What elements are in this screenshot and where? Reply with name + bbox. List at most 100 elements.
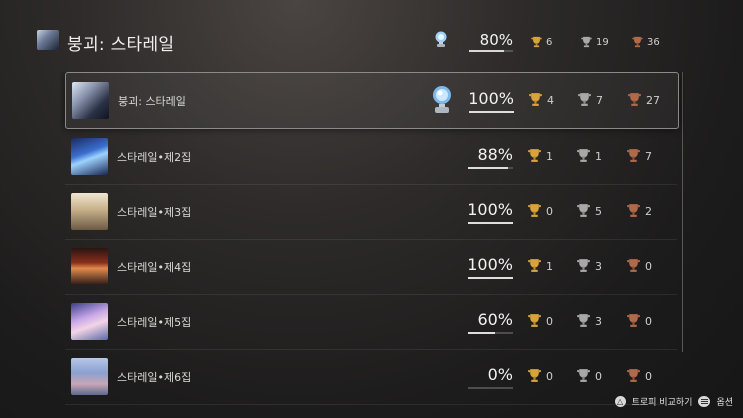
- group-thumbnail: [72, 82, 109, 119]
- gold-count: 4: [529, 92, 554, 107]
- group-title: 스타레일•제4집: [117, 261, 192, 274]
- bronze-count: 2: [627, 203, 652, 218]
- gold-count: 0: [528, 203, 553, 218]
- header-gold-count: 6: [531, 36, 552, 48]
- bronze-value: 0: [645, 315, 652, 328]
- game-thumbnail: [37, 30, 59, 50]
- gold-count: 0: [528, 368, 553, 383]
- gold-count: 0: [528, 313, 553, 328]
- bronze-value: 7: [645, 150, 652, 163]
- gold-trophy-icon: [528, 204, 541, 217]
- silver-trophy-icon: [578, 93, 591, 106]
- group-progress-percent: 100%: [467, 255, 513, 274]
- button-guide: △ 트로피 비교하기 옵션: [614, 395, 733, 408]
- group-progress-bar: [468, 387, 513, 389]
- bronze-trophy-icon: [627, 149, 640, 162]
- header-gold-value: 6: [546, 36, 553, 48]
- silver-value: 3: [595, 260, 602, 273]
- bronze-value: 0: [645, 260, 652, 273]
- gold-value: 1: [546, 260, 553, 273]
- gold-trophy-icon: [528, 369, 541, 382]
- bronze-value: 27: [646, 94, 660, 107]
- group-title: 스타레일•제2집: [117, 151, 192, 164]
- bronze-trophy-icon: [627, 314, 640, 327]
- header-bronze-count: 36: [632, 36, 660, 48]
- silver-trophy-icon: [581, 36, 592, 48]
- group-progress-percent: 60%: [477, 310, 513, 329]
- trophy-group-row[interactable]: 스타레일•제5집 60% 0 3 0: [65, 294, 677, 350]
- silver-count: 1: [577, 148, 602, 163]
- platinum-trophy-icon: [433, 86, 451, 113]
- trophy-group-row[interactable]: 스타레일•제4집 100% 1 3 0: [65, 239, 677, 295]
- silver-count: 0: [577, 368, 602, 383]
- silver-value: 0: [595, 370, 602, 383]
- group-progress-percent: 100%: [468, 89, 514, 108]
- gold-value: 4: [547, 94, 554, 107]
- trophy-group-row[interactable]: 붕괴: 스타레일 100% 4 7 27: [65, 72, 679, 129]
- group-thumbnail: [71, 358, 108, 395]
- gold-trophy-icon: [528, 259, 541, 272]
- silver-count: 5: [577, 203, 602, 218]
- silver-trophy-icon: [577, 314, 590, 327]
- bronze-count: 27: [628, 92, 660, 107]
- group-progress-percent: 100%: [467, 200, 513, 219]
- group-progress-bar: [468, 332, 513, 334]
- bronze-value: 2: [645, 205, 652, 218]
- bronze-count: 0: [627, 368, 652, 383]
- group-progress-bar: [469, 111, 514, 113]
- gold-value: 0: [546, 205, 553, 218]
- bronze-count: 7: [627, 148, 652, 163]
- gold-value: 0: [546, 315, 553, 328]
- silver-trophy-icon: [577, 369, 590, 382]
- silver-count: 7: [578, 92, 603, 107]
- silver-value: 7: [596, 94, 603, 107]
- silver-trophy-icon: [577, 149, 590, 162]
- silver-count: 3: [577, 258, 602, 273]
- group-progress-percent: 0%: [487, 365, 513, 384]
- group-title: 스타레일•제6집: [117, 371, 192, 384]
- group-thumbnail: [71, 193, 108, 230]
- group-title: 스타레일•제3집: [117, 206, 192, 219]
- gold-trophy-icon: [529, 93, 542, 106]
- overall-progress-bar: [469, 50, 513, 52]
- game-header: 붕괴: 스타레일 80% 6 19 36: [0, 0, 743, 72]
- trophy-group-list: 붕괴: 스타레일 100% 4 7 27 스타레일•제2집 88% 1 1 7 …: [60, 72, 685, 418]
- silver-trophy-icon: [577, 259, 590, 272]
- trophy-group-row[interactable]: 스타레일•제3집 100% 0 5 2: [65, 184, 677, 240]
- silver-value: 5: [595, 205, 602, 218]
- bronze-trophy-icon: [627, 204, 640, 217]
- group-title: 스타레일•제5집: [117, 316, 192, 329]
- gold-count: 1: [528, 258, 553, 273]
- options-icon: [698, 396, 711, 407]
- trophy-group-row[interactable]: 스타레일•제6집 0% 0 0 0: [65, 349, 677, 405]
- silver-value: 3: [595, 315, 602, 328]
- group-progress-bar: [468, 277, 513, 279]
- group-progress-bar: [468, 222, 513, 224]
- group-progress-bar: [468, 167, 513, 169]
- group-title: 붕괴: 스타레일: [118, 95, 186, 108]
- bronze-value: 0: [645, 370, 652, 383]
- gold-trophy-icon: [531, 36, 542, 48]
- bronze-trophy-icon: [628, 93, 641, 106]
- bronze-trophy-icon: [627, 369, 640, 382]
- bronze-count: 0: [627, 313, 652, 328]
- silver-trophy-icon: [577, 204, 590, 217]
- header-silver-count: 19: [581, 36, 609, 48]
- compare-trophies-label[interactable]: 트로피 비교하기: [632, 395, 693, 408]
- gold-value: 0: [546, 370, 553, 383]
- options-label[interactable]: 옵션: [716, 395, 733, 408]
- silver-count: 3: [577, 313, 602, 328]
- gold-trophy-icon: [528, 149, 541, 162]
- trophy-group-row[interactable]: 스타레일•제2집 88% 1 1 7: [65, 129, 677, 185]
- group-thumbnail: [71, 248, 108, 285]
- header-silver-value: 19: [596, 36, 609, 48]
- group-progress-percent: 88%: [477, 145, 513, 164]
- gold-count: 1: [528, 148, 553, 163]
- header-bronze-value: 36: [647, 36, 660, 48]
- bronze-trophy-icon: [627, 259, 640, 272]
- group-thumbnail: [71, 303, 108, 340]
- gold-trophy-icon: [528, 314, 541, 327]
- bronze-trophy-icon: [632, 36, 643, 48]
- overall-progress-percent: 80%: [479, 31, 513, 49]
- triangle-button-icon: △: [614, 396, 626, 407]
